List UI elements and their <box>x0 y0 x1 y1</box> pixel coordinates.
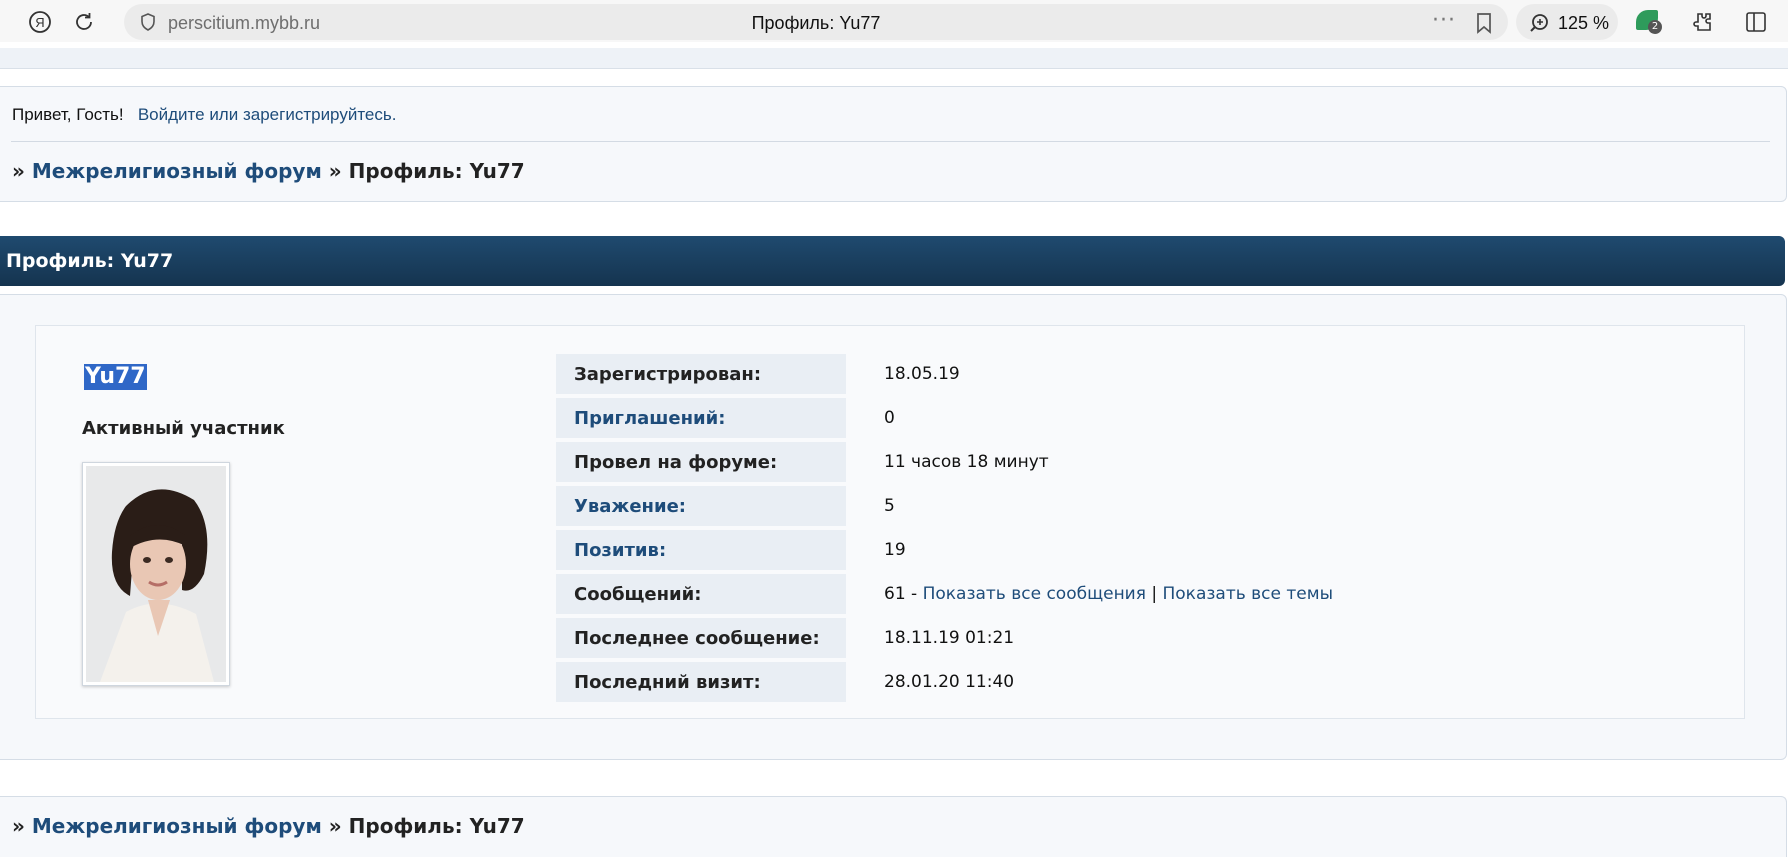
avatar-photo <box>86 466 226 682</box>
register-link[interactable]: зарегистрируйтесь. <box>243 105 396 124</box>
profile-panel: Yu77 Активный участник Зарегистрирован: … <box>0 294 1787 760</box>
field-value: 0 <box>884 408 895 428</box>
zoom-level: 125 % <box>1558 13 1610 33</box>
breadcrumb: » Межрелигиозный форум » Профиль: Yu77 <box>12 814 525 838</box>
profile-header-title: Профиль: Yu77 <box>6 250 174 272</box>
field-label: Зарегистрирован: <box>556 354 846 394</box>
breadcrumb-separator: » <box>12 814 25 838</box>
profile-header-bar: Профиль: Yu77 <box>0 236 1785 286</box>
bookmark-icon[interactable] <box>1474 12 1494 34</box>
field-label: Последнее сообщение: <box>556 618 846 658</box>
greeting-text: Привет, Гость! <box>12 105 124 124</box>
more-dots-icon[interactable]: ··· <box>1432 8 1456 33</box>
field-label: Сообщений: <box>556 574 846 614</box>
field-value: 28.01.20 11:40 <box>884 672 1015 692</box>
adblock-extension-icon[interactable]: 2 <box>1636 8 1662 34</box>
login-link[interactable]: Войдите <box>138 105 205 124</box>
username[interactable]: Yu77 <box>84 364 147 390</box>
breadcrumb-separator: » <box>12 159 25 183</box>
field-value: 5 <box>884 496 895 516</box>
extension-badge-count: 2 <box>1648 20 1662 34</box>
divider <box>11 141 1770 142</box>
profile-row-time-online: Провел на форуме: 11 часов 18 минут <box>556 442 1476 482</box>
link-divider: | <box>1151 584 1158 604</box>
reload-icon[interactable] <box>68 6 100 38</box>
or-text: или <box>209 105 239 124</box>
profile-card: Yu77 Активный участник Зарегистрирован: … <box>35 325 1745 719</box>
breadcrumb-separator: » <box>328 814 342 838</box>
breadcrumb: » Межрелигиозный форум » Профиль: Yu77 <box>12 159 525 183</box>
page-title-text: Профиль: Yu77 <box>751 13 881 33</box>
field-value: 19 <box>884 540 906 560</box>
profile-row-last-visit: Последний визит: 28.01.20 11:40 <box>556 662 1476 702</box>
profile-row-posts: Сообщений: 61 - Показать все сообщения |… <box>556 574 1476 614</box>
field-value: 18.11.19 01:21 <box>884 628 1015 648</box>
field-value: 18.05.19 <box>884 364 960 384</box>
show-all-posts-link[interactable]: Показать все сообщения <box>923 584 1146 604</box>
zoom-control[interactable]: 125 % <box>1516 4 1618 40</box>
avatar <box>82 462 230 686</box>
svg-text:Я: Я <box>35 15 44 30</box>
profile-row-positive: Позитив: 19 <box>556 530 1476 570</box>
profile-row-last-post: Последнее сообщение: 18.11.19 01:21 <box>556 618 1476 658</box>
breadcrumb-current: Профиль: Yu77 <box>348 814 525 838</box>
field-value: 11 часов 18 минут <box>884 452 1049 472</box>
field-label: Провел на форуме: <box>556 442 846 482</box>
user-rank: Активный участник <box>82 418 285 439</box>
zoom-icon <box>1530 14 1548 32</box>
extensions-puzzle-icon[interactable] <box>1686 6 1718 38</box>
invites-label-link[interactable]: Приглашений: <box>556 398 846 438</box>
bottom-breadcrumb-panel: » Межрелигиозный форум » Профиль: Yu77 <box>0 796 1787 857</box>
downloads-panel-icon[interactable] <box>1740 6 1772 38</box>
posts-value: 61 - Показать все сообщения | Показать в… <box>884 584 1333 604</box>
positive-label-link[interactable]: Позитив: <box>556 530 846 570</box>
show-all-topics-link[interactable]: Показать все темы <box>1163 584 1334 604</box>
browser-toolbar: Я perscitium.mybb.ru Профиль: Yu77 ··· 1… <box>0 0 1788 42</box>
respect-label-link[interactable]: Уважение: <box>556 486 846 526</box>
top-strip <box>0 48 1788 69</box>
welcome-panel: Привет, Гость! Войдите или зарегистрируй… <box>0 86 1787 202</box>
breadcrumb-forum-link[interactable]: Межрелигиозный форум <box>32 814 322 838</box>
breadcrumb-forum-link[interactable]: Межрелигиозный форум <box>32 159 322 183</box>
field-label: Последний визит: <box>556 662 846 702</box>
post-count: 61 - <box>884 584 918 604</box>
profile-row-invites: Приглашений: 0 <box>556 398 1476 438</box>
yandex-logo-icon[interactable]: Я <box>24 6 56 38</box>
guest-greeting: Привет, Гость! Войдите или зарегистрируй… <box>12 105 396 125</box>
address-bar[interactable]: perscitium.mybb.ru Профиль: Yu77 ··· <box>124 4 1508 40</box>
profile-row-registered: Зарегистрирован: 18.05.19 <box>556 354 1476 394</box>
profile-row-respect: Уважение: 5 <box>556 486 1476 526</box>
breadcrumb-separator: » <box>328 159 342 183</box>
breadcrumb-current: Профиль: Yu77 <box>348 159 525 183</box>
